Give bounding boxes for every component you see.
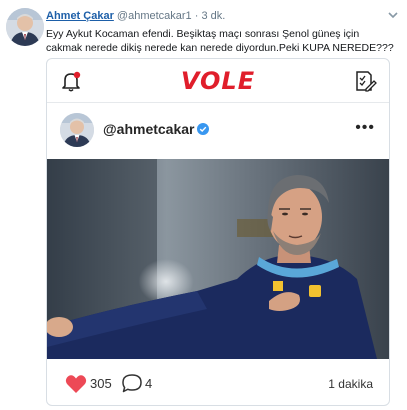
comment-count: 4 xyxy=(145,376,153,391)
chevron-down-icon[interactable] xyxy=(387,9,399,21)
vole-logo: VOLE xyxy=(180,67,256,95)
post-avatar xyxy=(60,113,94,147)
tweet-time[interactable]: 3 dk. xyxy=(201,10,225,22)
heart-icon xyxy=(65,375,87,393)
verified-badge-icon xyxy=(197,123,210,135)
post-actions: 305 4 1 dakika xyxy=(47,359,389,405)
author-handle[interactable]: @ahmetcakar1 xyxy=(117,10,192,22)
tweet-text: Eyy Aykut Kocaman efendi. Beşiktaş maçı … xyxy=(46,28,394,54)
embedded-image-card[interactable]: VOLE @ahmetcakar ••• 305 4 1 dakika xyxy=(46,58,390,406)
author-avatar[interactable] xyxy=(6,8,44,46)
comment-icon xyxy=(122,374,142,393)
post-username: @ahmetcakar xyxy=(103,121,210,137)
vole-header: VOLE xyxy=(47,59,389,103)
author-name[interactable]: Ahmet Çakar xyxy=(46,10,114,22)
post-age: 1 dakika xyxy=(328,377,373,391)
post-header: @ahmetcakar ••• xyxy=(47,103,389,159)
like-count: 305 xyxy=(90,376,112,391)
more-options-icon: ••• xyxy=(355,119,375,136)
tweet-header: Ahmet Çakar @ahmetcakar1 · 3 dk. xyxy=(46,10,225,22)
news-edit-icon xyxy=(356,71,377,92)
separator: · xyxy=(194,10,199,22)
post-photo xyxy=(47,159,389,359)
tweet: Ahmet Çakar @ahmetcakar1 · 3 dk. Eyy Ayk… xyxy=(0,0,407,410)
post-username-text: @ahmetcakar xyxy=(103,121,195,137)
